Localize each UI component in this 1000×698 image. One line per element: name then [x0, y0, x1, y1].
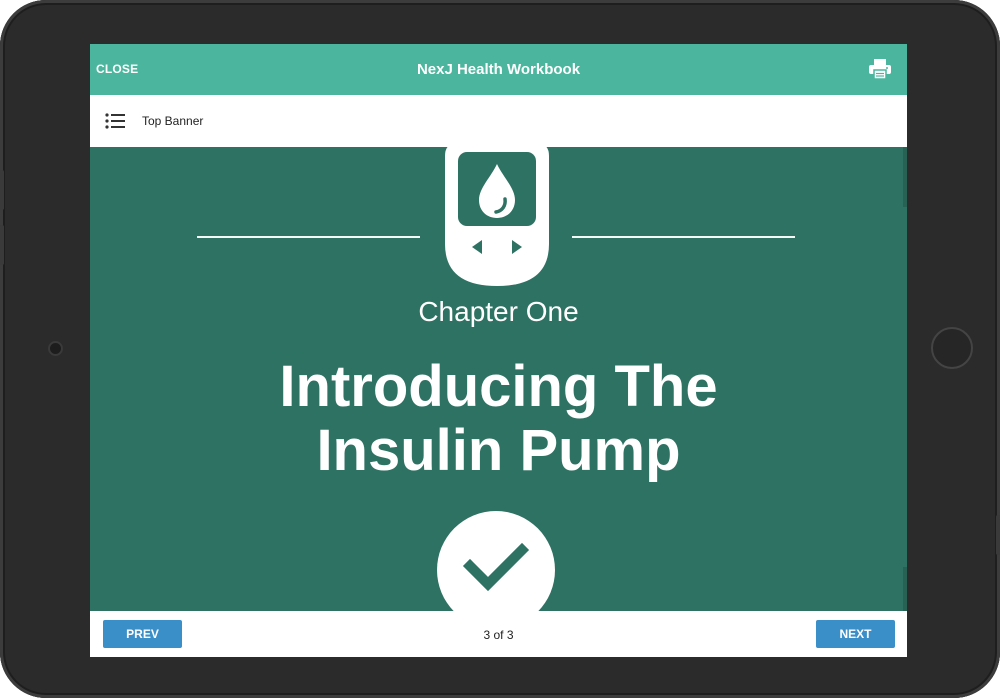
menu-button[interactable] — [105, 112, 125, 130]
chapter-label: Chapter One — [418, 296, 579, 327]
next-button[interactable]: NEXT — [816, 620, 895, 648]
home-button[interactable] — [931, 327, 973, 369]
scroll-edge — [903, 567, 907, 611]
glucose-meter-icon — [445, 144, 549, 287]
camera-icon — [50, 343, 61, 354]
divider-line-right — [572, 236, 795, 238]
tablet-side-button — [996, 515, 1000, 555]
scroll-edge — [903, 147, 907, 207]
app-header: CLOSE NexJ Health Workbook — [90, 44, 907, 95]
tablet-side-button — [0, 170, 4, 210]
list-menu-icon — [105, 113, 125, 129]
app-title: NexJ Health Workbook — [416, 61, 581, 78]
chapter-content: Chapter One Introducing The Insulin Pump — [90, 144, 907, 629]
chapter-title-line-2: Insulin Pump — [316, 418, 681, 483]
tablet-side-button — [0, 225, 4, 265]
footer-bar: PREV 3 of 3 NEXT — [90, 611, 907, 657]
tablet-frame: CLOSE NexJ Health Workbook Top Banner Ch… — [0, 0, 1000, 698]
chapter-title: Introducing The Insulin Pump — [90, 355, 907, 483]
page-counter: 3 of 3 — [483, 628, 514, 642]
printer-icon — [869, 59, 891, 80]
banner-bar: Top Banner — [90, 95, 907, 147]
divider-line-left — [197, 236, 420, 238]
banner-label: Top Banner — [142, 114, 204, 128]
print-button[interactable] — [868, 58, 892, 80]
chapter-title-line-1: Introducing The — [279, 354, 718, 419]
app-screen: CLOSE NexJ Health Workbook Top Banner Ch… — [90, 44, 907, 657]
checkmark-icon — [436, 510, 556, 629]
